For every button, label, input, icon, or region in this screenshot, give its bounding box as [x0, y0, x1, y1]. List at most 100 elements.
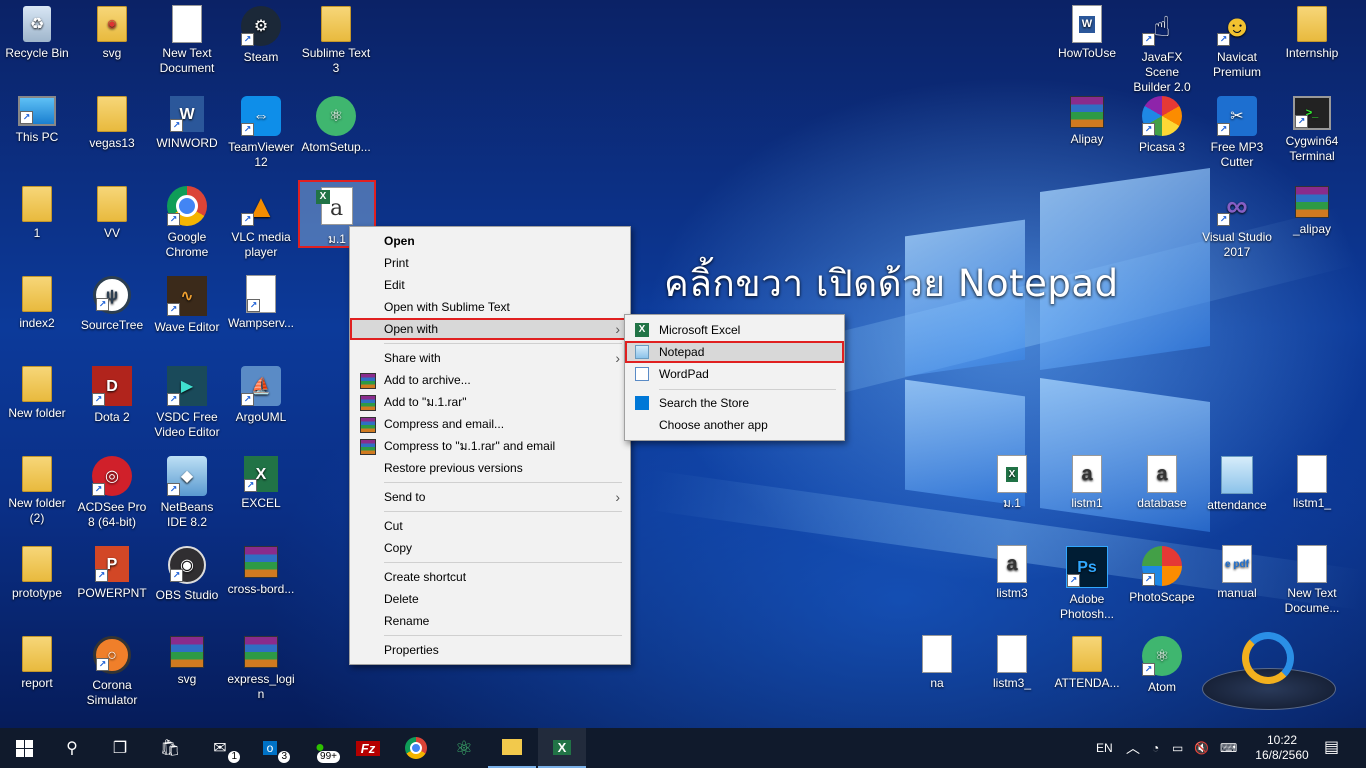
submenu-item-wordpad[interactable]: WordPad: [625, 363, 844, 385]
desktop-icon-prototype[interactable]: prototype: [0, 546, 74, 601]
desktop-icon-visual-studio[interactable]: ∞ ↗ Visual Studio 2017: [1200, 186, 1274, 260]
desktop[interactable]: ♻ Recycle Bin ◉ svg New Text Document ⚙ ↗…: [0, 0, 1366, 728]
taskbar-mail[interactable]: ✉ 1: [196, 728, 244, 768]
clock[interactable]: 10:22 16/8/2560: [1252, 728, 1312, 768]
desktop-icon-database[interactable]: a database: [1125, 456, 1199, 511]
desktop-icon-atom[interactable]: ⚛ ↗ Atom: [1125, 636, 1199, 695]
task-view-button[interactable]: ❐: [96, 728, 144, 768]
menu-item-open-with[interactable]: Open with ›: [350, 318, 630, 340]
chevron-up-icon[interactable]: ︿: [1126, 728, 1140, 768]
desktop-icon-sourcetree[interactable]: ψ ↗ SourceTree: [75, 276, 149, 333]
menu-item-delete[interactable]: Delete: [350, 588, 630, 610]
desktop-icon-vlc[interactable]: ▲ ↗ VLC media player: [224, 186, 298, 260]
desktop-icon-alipay-2[interactable]: _alipay: [1275, 186, 1349, 237]
desktop-icon-argouml[interactable]: ⛵ ↗ ArgoUML: [224, 366, 298, 425]
volume-muted-icon[interactable]: 🔇: [1194, 728, 1209, 768]
desktop-icon-powerpnt[interactable]: P ↗ POWERPNT: [75, 546, 149, 601]
search-button[interactable]: ⚲: [48, 728, 96, 768]
submenu-item-search-store[interactable]: Search the Store: [625, 392, 844, 414]
desktop-icon-navicat[interactable]: ☻ ↗ Navicat Premium: [1200, 6, 1274, 80]
desktop-icon-report[interactable]: report: [0, 636, 74, 691]
desktop-icon-new-text-document-2[interactable]: New Text Docume...: [1275, 546, 1349, 616]
desktop-icon-listm1-underscore[interactable]: listm1_: [1275, 456, 1349, 511]
menu-item-compress-email[interactable]: Compress and email...: [350, 413, 630, 435]
menu-item-add-to-archive[interactable]: Add to archive...: [350, 369, 630, 391]
desktop-icon-corona[interactable]: ○ ↗ Corona Simulator: [75, 636, 149, 708]
taskbar-wechat[interactable]: ● 99+: [296, 728, 344, 768]
menu-item-restore-previous[interactable]: Restore previous versions: [350, 457, 630, 479]
desktop-icon-svg-rar[interactable]: svg: [150, 636, 224, 687]
network-icon[interactable]: ◔: [1152, 728, 1159, 768]
menu-item-cut[interactable]: Cut: [350, 515, 630, 537]
submenu-item-microsoft-excel[interactable]: X Microsoft Excel: [625, 319, 844, 341]
menu-item-rename[interactable]: Rename: [350, 610, 630, 632]
taskbar-atom[interactable]: ⚛: [440, 728, 488, 768]
language-indicator[interactable]: EN: [1096, 728, 1113, 768]
desktop-icon-sublime-text[interactable]: Sublime Text 3: [299, 6, 373, 76]
menu-item-open[interactable]: Open: [350, 230, 630, 252]
menu-item-copy[interactable]: Copy: [350, 537, 630, 559]
menu-item-add-to-rar[interactable]: Add to "ม.1.rar": [350, 391, 630, 413]
menu-item-print[interactable]: Print: [350, 252, 630, 274]
desktop-icon-free-mp3-cutter[interactable]: ✂ ↗ Free MP3 Cutter: [1200, 96, 1274, 170]
desktop-icon-google-chrome[interactable]: ↗ Google Chrome: [150, 186, 224, 260]
desktop-icon-vv[interactable]: VV: [75, 186, 149, 241]
desktop-icon-wampserver[interactable]: ↗ Wampserv...: [224, 276, 298, 331]
menu-item-compress-to-rar-email[interactable]: Compress to "ม.1.rar" and email: [350, 435, 630, 457]
desktop-icon-attenda[interactable]: ATTENDA...: [1050, 636, 1124, 691]
menu-item-create-shortcut[interactable]: Create shortcut: [350, 566, 630, 588]
desktop-icon-vegas13[interactable]: vegas13: [75, 96, 149, 151]
desktop-icon-express-login[interactable]: express_login: [224, 636, 298, 702]
battery-icon[interactable]: ▭: [1172, 728, 1183, 768]
desktop-icon-photoshop[interactable]: Ps ↗ Adobe Photosh...: [1050, 546, 1124, 622]
keyboard-icon[interactable]: ⌨: [1220, 728, 1237, 768]
desktop-icon-na[interactable]: na: [900, 636, 974, 691]
desktop-icon-cygwin[interactable]: >_ ↗ Cygwin64 Terminal: [1275, 96, 1349, 164]
desktop-icon-attendance[interactable]: attendance: [1200, 456, 1274, 513]
desktop-icon-obs[interactable]: ◉ ↗ OBS Studio: [150, 546, 224, 603]
desktop-icon-listm3-underscore[interactable]: listm3_: [975, 636, 1049, 691]
taskbar-file-explorer[interactable]: [488, 728, 536, 768]
desktop-icon-new-folder[interactable]: New folder: [0, 366, 74, 421]
menu-item-edit[interactable]: Edit: [350, 274, 630, 296]
start-button[interactable]: [0, 728, 48, 768]
notification-center-icon[interactable]: ▤: [1324, 728, 1339, 768]
desktop-icon-cross-border[interactable]: cross-bord...: [224, 546, 298, 597]
desktop-icon-netbeans[interactable]: ◆ ↗ NetBeans IDE 8.2: [150, 456, 224, 530]
menu-item-open-with-sublime[interactable]: Open with Sublime Text: [350, 296, 630, 318]
taskbar-filezilla[interactable]: Fz: [344, 728, 392, 768]
menu-item-send-to[interactable]: Send to ›: [350, 486, 630, 508]
desktop-icon-new-text-document[interactable]: New Text Document: [150, 6, 224, 76]
desktop-icon-wave-editor[interactable]: ∿ ↗ Wave Editor: [150, 276, 224, 335]
desktop-icon-index2[interactable]: index2: [0, 276, 74, 331]
desktop-icon-atomsetup[interactable]: ⚛ AtomSetup...: [299, 96, 373, 155]
desktop-icon-listm3[interactable]: a listm3: [975, 546, 1049, 601]
desktop-icon-this-pc[interactable]: ↗ This PC: [0, 96, 74, 145]
submenu-item-notepad[interactable]: Notepad: [625, 341, 844, 363]
desktop-icon-recycle-bin[interactable]: ♻ Recycle Bin: [0, 6, 74, 61]
desktop-icon-internship[interactable]: Internship: [1275, 6, 1349, 61]
desktop-icon-picasa[interactable]: ↗ Picasa 3: [1125, 96, 1199, 155]
desktop-icon-m1[interactable]: X ม.1: [975, 456, 1049, 511]
desktop-icon-photoscape[interactable]: ↗ PhotoScape: [1125, 546, 1199, 605]
desktop-icon-acdsee[interactable]: ◎ ↗ ACDSee Pro 8 (64-bit): [75, 456, 149, 530]
desktop-icon-dota2[interactable]: D ↗ Dota 2: [75, 366, 149, 425]
desktop-icon-vsdc[interactable]: ▶ ↗ VSDC Free Video Editor: [150, 366, 224, 440]
desktop-icon-manual[interactable]: e pdf manual: [1200, 546, 1274, 601]
taskbar-store[interactable]: 🛍: [146, 728, 194, 768]
submenu-item-choose-another-app[interactable]: Choose another app: [625, 414, 844, 436]
taskbar-chrome[interactable]: [392, 728, 440, 768]
desktop-icon-javafx-scene-builder[interactable]: ☝ ↗ JavaFX Scene Builder 2.0: [1125, 6, 1199, 95]
menu-item-share-with[interactable]: Share with ›: [350, 347, 630, 369]
desktop-icon-alipay[interactable]: Alipay: [1050, 96, 1124, 147]
taskbar-excel[interactable]: X: [538, 728, 586, 768]
desktop-icon-svg[interactable]: ◉ svg: [75, 6, 149, 61]
desktop-icon-excel[interactable]: X ↗ EXCEL: [224, 456, 298, 511]
desktop-icon-steam[interactable]: ⚙ ↗ Steam: [224, 6, 298, 65]
desktop-icon-winword[interactable]: W ↗ WINWORD: [150, 96, 224, 151]
desktop-icon-listm1[interactable]: a listm1: [1050, 456, 1124, 511]
desktop-icon-new-folder-2[interactable]: New folder (2): [0, 456, 74, 526]
menu-item-properties[interactable]: Properties: [350, 639, 630, 661]
taskbar-outlook[interactable]: o3: [246, 728, 294, 768]
desktop-icon-howtouse[interactable]: W HowToUse: [1050, 6, 1124, 61]
